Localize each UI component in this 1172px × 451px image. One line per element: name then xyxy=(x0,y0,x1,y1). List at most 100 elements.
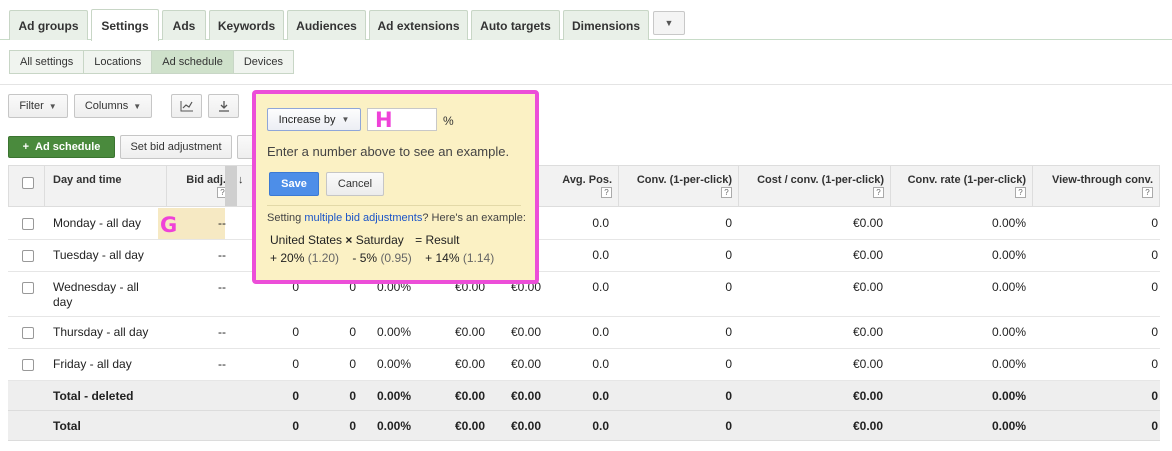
metric-cell-c3: 0.00% xyxy=(376,389,411,403)
tab-ad-groups[interactable]: Ad groups xyxy=(9,10,88,40)
total-row: Total - deleted 0 0 0.00% €0.00 €0.00 0.0 0 €0.0… xyxy=(8,381,1160,411)
select-all-checkbox[interactable] xyxy=(22,177,34,189)
annotation-letter-h: H xyxy=(375,108,393,132)
metric-cell-c2: 0 xyxy=(349,389,356,403)
metric-cell-c1: 0 xyxy=(292,389,299,403)
sorted-column-shade xyxy=(225,166,237,206)
bid-adjustment-popup: Increase by ▼ H % Enter a number above to… xyxy=(252,90,539,284)
adjustment-mode-dropdown[interactable]: Increase by ▼ xyxy=(267,108,361,131)
add-schedule-label: Ad schedule xyxy=(35,141,101,153)
day-time-cell[interactable]: Thursday - all day xyxy=(53,325,158,340)
metric-cell-c5: €0.00 xyxy=(510,357,541,371)
subtab-ad-schedule[interactable]: Ad schedule xyxy=(151,50,234,74)
tab-settings[interactable]: Settings xyxy=(91,9,159,41)
tab-label: Ad groups xyxy=(18,18,79,33)
metric-cell-conv: 0 xyxy=(725,216,732,230)
help-icon[interactable]: ? xyxy=(601,187,612,198)
help-icon[interactable]: ? xyxy=(721,187,732,198)
metric-cell-c3: 0.00% xyxy=(376,357,411,371)
tab-ads[interactable]: Ads xyxy=(162,10,206,40)
day-time-cell[interactable]: Tuesday - all day xyxy=(53,248,158,263)
help-icon[interactable]: ? xyxy=(1015,187,1026,198)
filter-button[interactable]: Filter ▼ xyxy=(8,94,68,118)
table-header: Day and time Bid adj. ? ↓ Avg. Pos. ? Co… xyxy=(8,165,1160,207)
cancel-button[interactable]: Cancel xyxy=(326,172,384,196)
divider xyxy=(0,84,1172,85)
metric-cell-avg-pos: 0.0 xyxy=(592,248,609,262)
total-label: Total - deleted xyxy=(53,389,134,403)
help-icon[interactable]: ? xyxy=(1142,187,1153,198)
metric-cell-c5: €0.00 xyxy=(510,325,541,339)
tab-audiences[interactable]: Audiences xyxy=(287,10,366,40)
bid-adj-cell[interactable]: -- xyxy=(196,280,226,294)
header-label: Bid adj. xyxy=(186,174,226,186)
metric-cell-cost-conv: €0.00 xyxy=(852,325,883,339)
header-view-through[interactable]: View-through conv. ? xyxy=(1033,166,1159,206)
metric-cell-c2: 0 xyxy=(349,357,356,371)
bid-adj-cell[interactable]: -- xyxy=(196,216,226,230)
help-icon[interactable]: ? xyxy=(873,187,884,198)
metric-cell-c1: 0 xyxy=(292,419,299,433)
day-time-cell[interactable]: Wednesday - all day xyxy=(53,280,158,310)
metric-cell-cost-conv: €0.00 xyxy=(852,389,883,403)
row-checkbox[interactable] xyxy=(22,282,34,294)
metric-cell-cost-conv: €0.00 xyxy=(852,216,883,230)
metric-cell-conv-rate: 0.00% xyxy=(991,216,1026,230)
table-row: Tuesday - all day -- 0.0 0 €0.00 0.00% 0 xyxy=(8,240,1160,272)
row-checkbox[interactable] xyxy=(22,218,34,230)
metric-cell-view: 0 xyxy=(1151,216,1158,230)
metric-cell-avg-pos: 0.0 xyxy=(592,216,609,230)
columns-label: Columns xyxy=(84,100,129,112)
metric-cell-conv-rate: 0.00% xyxy=(991,248,1026,262)
download-button[interactable] xyxy=(208,94,239,118)
row-checkbox[interactable] xyxy=(22,327,34,339)
annotation-letter-g: G xyxy=(160,213,178,237)
row-checkbox[interactable] xyxy=(22,359,34,371)
cancel-label: Cancel xyxy=(337,178,373,190)
times-sign: × xyxy=(345,233,353,247)
day-time-cell[interactable]: Friday - all day xyxy=(53,357,158,372)
set-bid-adjustment-button[interactable]: Set bid adjustment xyxy=(120,135,232,159)
metric-cell-avg-pos: 0.0 xyxy=(592,325,609,339)
tab-label: Keywords xyxy=(217,18,276,33)
save-label: Save xyxy=(281,178,307,190)
header-day-time[interactable]: Day and time xyxy=(45,166,167,206)
metric-cell-c1: 0 xyxy=(292,325,299,339)
metric-cell-view: 0 xyxy=(1151,419,1158,433)
bid-adj-cell[interactable]: -- xyxy=(196,325,226,339)
metric-cell-conv: 0 xyxy=(725,248,732,262)
chart-toggle-button[interactable] xyxy=(171,94,202,118)
tab-keywords[interactable]: Keywords xyxy=(209,10,284,40)
tab-auto-targets[interactable]: Auto targets xyxy=(471,10,560,40)
metric-cell-conv-rate: 0.00% xyxy=(991,389,1026,403)
subtab-devices[interactable]: Devices xyxy=(232,50,294,74)
bid-adj-cell[interactable]: -- xyxy=(196,248,226,262)
tab-ad-extensions[interactable]: Ad extensions xyxy=(369,10,468,40)
header-label: Day and time xyxy=(53,174,122,186)
row-checkbox[interactable] xyxy=(22,250,34,262)
header-conv-rate[interactable]: Conv. rate (1-per-click) ? xyxy=(891,166,1033,206)
metric-cell-conv-rate: 0.00% xyxy=(991,280,1026,294)
metric-cell-c2: 0 xyxy=(349,419,356,433)
multiple-bid-adjustments-link[interactable]: multiple bid adjustments xyxy=(304,212,422,224)
chevron-down-icon: ▼ xyxy=(664,18,674,28)
columns-button[interactable]: Columns ▼ xyxy=(74,94,152,118)
metric-cell-conv-rate: 0.00% xyxy=(991,419,1026,433)
bid-adj-cell[interactable]: -- xyxy=(196,357,226,371)
example-value: - 5% xyxy=(352,251,378,265)
save-button[interactable]: Save xyxy=(269,172,319,196)
header-conv[interactable]: Conv. (1-per-click) ? xyxy=(619,166,739,206)
metric-cell-c2: 0 xyxy=(349,325,356,339)
add-ad-schedule-button[interactable]: + Ad schedule xyxy=(8,136,115,158)
header-cost-conv[interactable]: Cost / conv. (1-per-click) ? xyxy=(739,166,891,206)
subtab-locations[interactable]: Locations xyxy=(83,50,153,74)
metric-cell-avg-pos: 0.0 xyxy=(592,280,609,294)
sort-arrow-icon: ↓ xyxy=(238,174,244,186)
subtab-all-settings[interactable]: All settings xyxy=(9,50,85,74)
day-time-cell[interactable]: Monday - all day xyxy=(53,216,158,231)
tab-dimensions[interactable]: Dimensions xyxy=(563,10,649,40)
divider xyxy=(267,205,521,206)
header-avg-pos[interactable]: Avg. Pos. ? xyxy=(542,166,619,206)
more-tabs-button[interactable]: ▼ xyxy=(653,11,685,35)
example-country: United States xyxy=(270,233,343,247)
